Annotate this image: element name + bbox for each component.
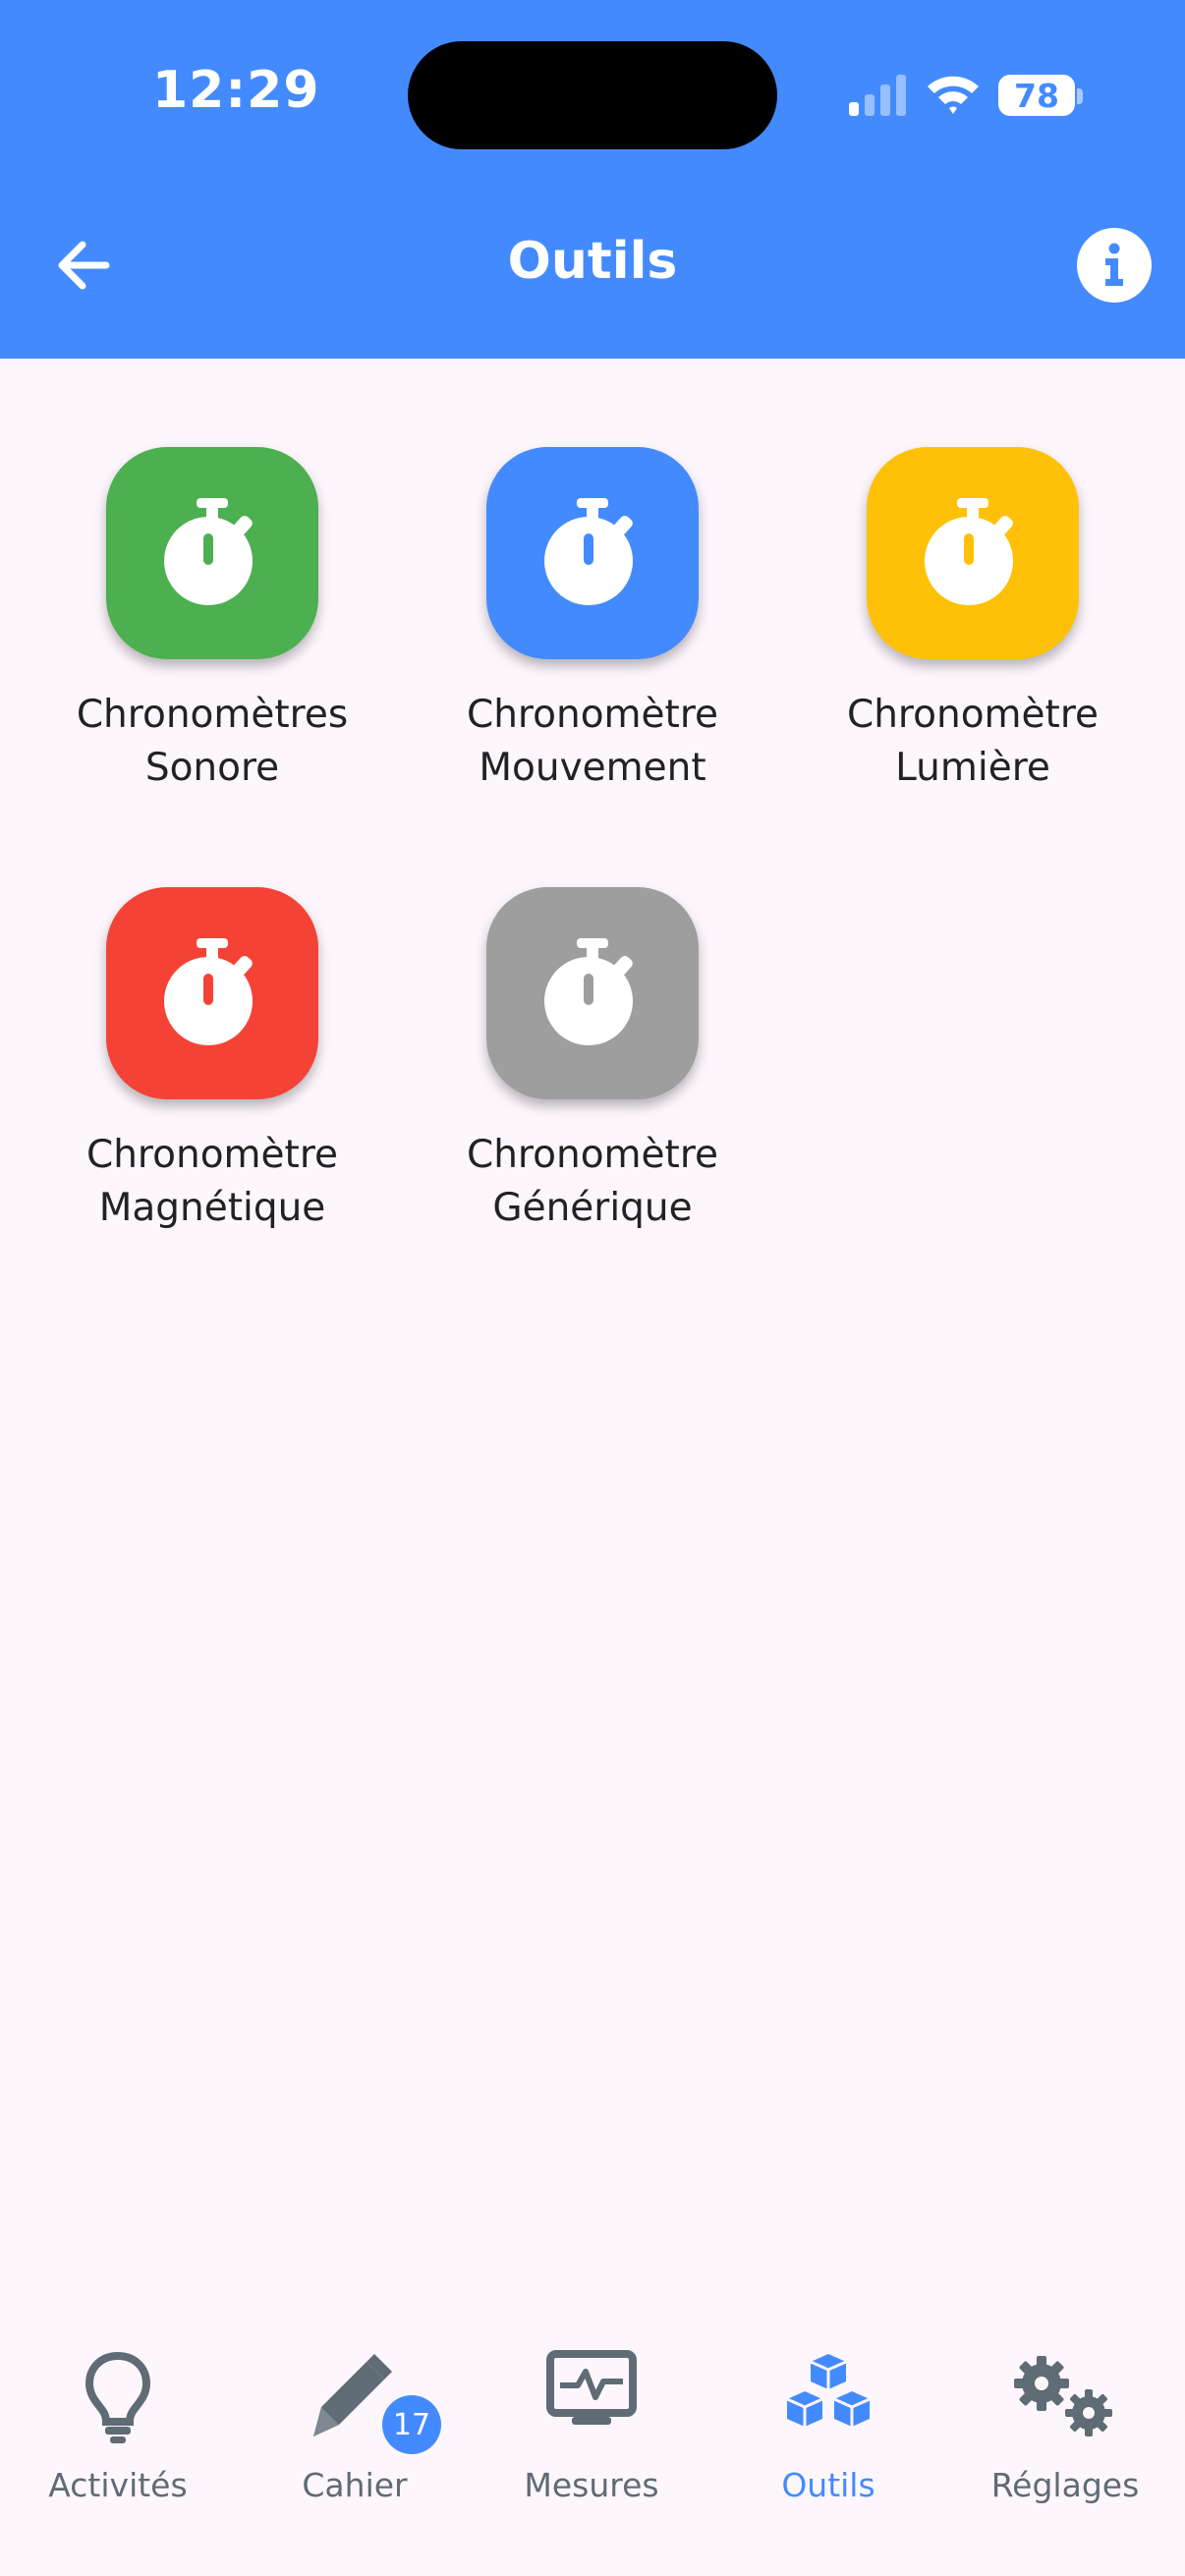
info-icon xyxy=(1105,243,1123,286)
tool-label: Chronomètre Générique xyxy=(466,1133,718,1230)
app-header: 12:29 78 Outils xyxy=(0,0,1185,359)
nav-label: Cahier xyxy=(302,2466,408,2504)
nav-label: Outils xyxy=(781,2466,875,2504)
nav-item-activites[interactable]: Activités xyxy=(0,2328,236,2545)
tool-icon-tile xyxy=(867,447,1079,659)
tool-chrono-lumiere[interactable]: Chronomètre Lumière xyxy=(825,447,1120,795)
tool-icon-tile xyxy=(486,887,699,1099)
tool-chrono-sonore[interactable]: Chronomètres Sonore xyxy=(65,447,360,795)
nav-label: Réglages xyxy=(990,2466,1140,2504)
notification-badge: 17 xyxy=(382,2395,441,2454)
stopwatch-icon xyxy=(164,938,253,1045)
nav-item-cahier[interactable]: 17 Cahier xyxy=(237,2328,473,2545)
battery-level: 78 xyxy=(1014,76,1059,115)
nav-label: Mesures xyxy=(524,2466,659,2504)
stopwatch-icon xyxy=(925,498,1013,605)
gears-icon xyxy=(1014,2356,1112,2436)
stopwatch-icon xyxy=(544,938,633,1045)
tool-label: Chronomètre Magnétique xyxy=(85,1133,338,1230)
nav-item-outils[interactable]: Outils xyxy=(710,2328,946,2545)
wifi-icon xyxy=(928,76,979,114)
cellular-signal-icon xyxy=(849,75,906,116)
battery-indicator: 78 xyxy=(998,75,1075,116)
tool-chrono-mouvement[interactable]: Chronomètre Mouvement xyxy=(445,447,740,795)
nav-item-reglages[interactable]: Réglages xyxy=(947,2328,1183,2545)
tool-chrono-generique[interactable]: Chronomètre Générique xyxy=(445,887,740,1235)
tool-label: Chronomètre Lumière xyxy=(846,693,1099,790)
tool-label: Chronomètre Mouvement xyxy=(466,693,718,790)
nav-label: Activités xyxy=(48,2466,188,2504)
status-time: 12:29 xyxy=(152,61,320,120)
tool-icon-tile xyxy=(106,447,318,659)
tool-label: Chronomètres Sonore xyxy=(76,693,349,790)
tool-chrono-magnetique[interactable]: Chronomètre Magnétique xyxy=(65,887,360,1235)
nav-item-mesures[interactable]: Mesures xyxy=(474,2328,709,2545)
tool-icon-tile xyxy=(486,447,699,659)
info-button[interactable] xyxy=(1077,228,1152,303)
bottom-nav: Activités 17 Cahier Mesures Outils Régla… xyxy=(0,2328,1185,2576)
page-title: Outils xyxy=(507,232,678,291)
tool-icon-tile xyxy=(106,887,318,1099)
stopwatch-icon xyxy=(164,498,253,605)
monitor-pulse-icon xyxy=(546,2350,637,2425)
lightbulb-icon xyxy=(85,2351,151,2443)
cubes-icon xyxy=(786,2354,871,2427)
battery-tip xyxy=(1077,88,1083,104)
dynamic-island xyxy=(408,41,777,149)
stopwatch-icon xyxy=(544,498,633,605)
